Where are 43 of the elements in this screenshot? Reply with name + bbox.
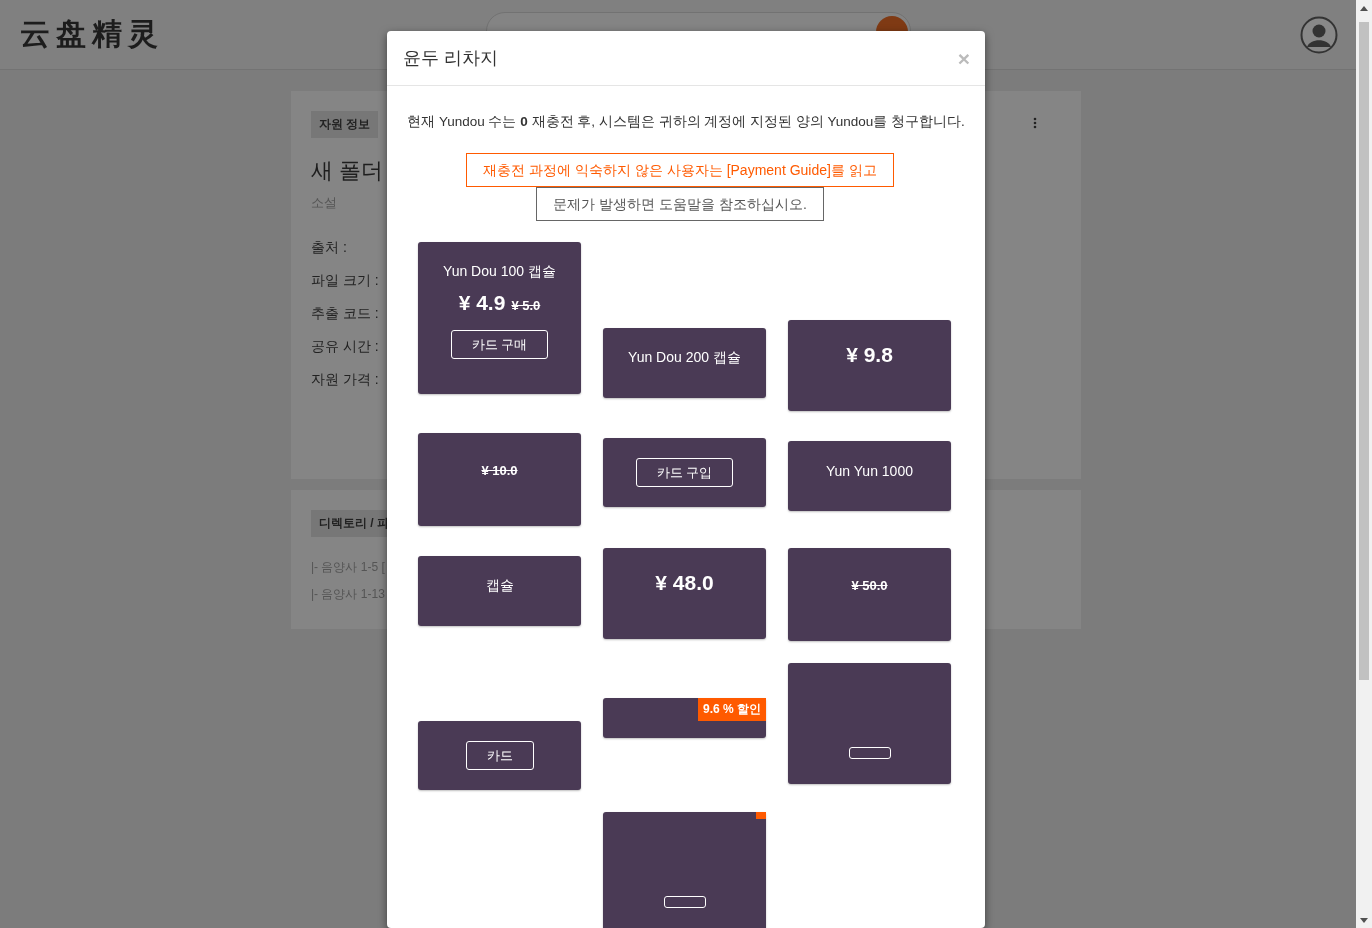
price-card[interactable]: ¥ 50.0 (788, 548, 951, 641)
scroll-down-icon[interactable] (1360, 917, 1368, 923)
logo[interactable]: 云盘精灵 (20, 14, 164, 55)
field-label: 공유 시간 : (311, 337, 379, 356)
card-title: 캡슐 (485, 576, 514, 594)
price-card[interactable]: 카드 (418, 721, 581, 790)
avatar-icon[interactable] (1300, 15, 1338, 54)
scroll-up-icon[interactable] (1360, 5, 1368, 11)
price-text: ¥ 4.9 (458, 290, 506, 316)
scrollbar-thumb[interactable] (1359, 22, 1369, 680)
modal-title: 윤두 리차지 (403, 47, 498, 70)
field-label: 자원 가격 : (311, 370, 379, 389)
price-text: ¥ 48.0 (655, 570, 714, 596)
field-label: 추출 코드 : (311, 304, 379, 323)
card-title: Yun Dou 100 캡슐 (443, 262, 556, 280)
section-tag: 자원 정보 (311, 111, 379, 138)
field-label: 출처 : (311, 238, 347, 257)
balance-message: 현재 Yundou 수는 0 재충전 후, 시스템은 귀하의 계정에 지정된 양의 Yundou를 청구합니다. (407, 113, 965, 131)
card-title: Yun Dou 200 캡슐 (628, 348, 741, 366)
more-menu-icon[interactable] (1033, 117, 1037, 129)
buy-button[interactable] (848, 747, 891, 759)
price-card[interactable]: Yun Dou 200 캡슐 (603, 328, 766, 398)
price-card[interactable]: 캡슐 (418, 556, 581, 626)
price-text: ¥ 9.8 (846, 342, 893, 368)
field-label: 파일 크기 : (311, 271, 379, 290)
folder-title: 새 폴더 (311, 157, 384, 185)
old-price-text: ¥ 10.0 (481, 462, 518, 480)
price-card[interactable]: ¥ 48.0 (603, 548, 766, 639)
discount-badge: 9.6 % 할인 (697, 698, 766, 721)
old-price-text: ¥ 50.0 (851, 577, 888, 595)
price-card[interactable]: Yun Yun 1000 (788, 441, 951, 511)
old-price-text: ¥ 5.0 (511, 297, 541, 315)
help-notice: 문제가 발생하면 도움말을 참조하십시오. (536, 187, 824, 221)
buy-button[interactable]: 카드 (465, 741, 534, 770)
buy-button[interactable]: 카드 구매 (450, 330, 549, 359)
card-title: Yun Yun 1000 (826, 462, 913, 480)
price-card[interactable]: Yun Dou 100 캡슐 ¥ 4.9 ¥ 5.0 카드 구매 (418, 242, 581, 394)
price-card[interactable]: ¥ 10.0 (418, 433, 581, 526)
corner-marker (756, 812, 766, 819)
price-card[interactable]: ¥ 9.8 (788, 320, 951, 411)
price-card[interactable]: 카드 구입 (603, 438, 766, 507)
buy-button[interactable] (663, 896, 706, 908)
buy-button[interactable]: 카드 구입 (635, 458, 734, 487)
